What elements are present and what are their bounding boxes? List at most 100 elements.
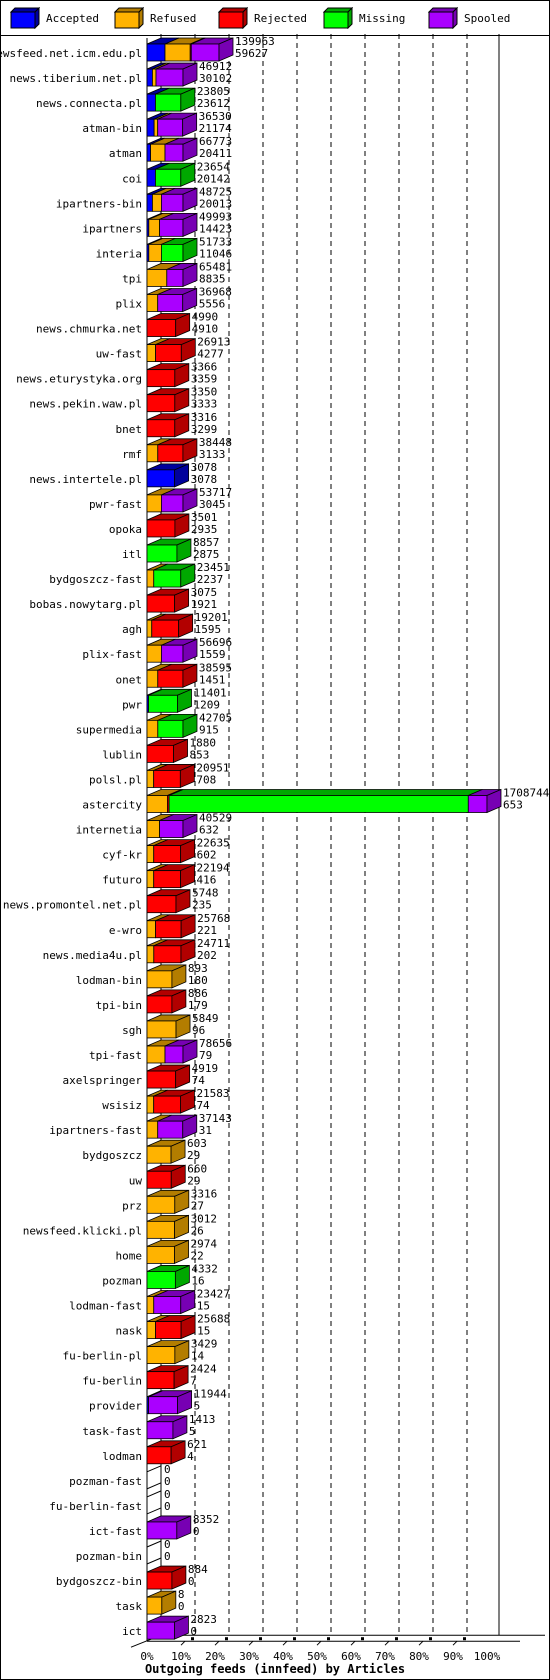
value-label-secondary: 30102 (199, 72, 232, 85)
value-label-secondary: 21174 (199, 122, 232, 135)
empty-bar (146, 1465, 162, 1490)
feed-label: tpi (122, 272, 142, 285)
bar-segment-refused (146, 1095, 155, 1114)
value-label-secondary: 5 (194, 1400, 201, 1413)
bar-segment-refused (151, 68, 157, 87)
bar-segment-refused (146, 494, 162, 513)
x-tick (316, 1640, 322, 1646)
bar-segment-refused (146, 719, 159, 738)
bar-segment-rejected (146, 594, 176, 613)
feed-label: agh (122, 623, 142, 636)
value-label-secondary: 180 (188, 974, 208, 987)
feed-label: ipartners-bin (56, 197, 142, 210)
value-label-secondary: 2875 (193, 548, 220, 561)
bar-segment-refused (146, 845, 155, 863)
value-label-secondary: 4 (187, 1450, 194, 1463)
bar-segment-spooled (155, 68, 184, 87)
feed-label: rmf (122, 448, 142, 461)
feed-label: news.connecta.pl (36, 97, 142, 110)
bar-segment-spooled (164, 1045, 184, 1064)
feed-label: fu-berlin-pl (63, 1350, 142, 1363)
value-label-secondary: 29 (187, 1174, 200, 1187)
x-tick-mark (429, 1637, 432, 1641)
feed-label: lodman (102, 1450, 142, 1463)
value-label-secondary: 23612 (197, 97, 230, 110)
value-label-secondary: 22 (191, 1249, 204, 1262)
feed-label: provider (89, 1400, 142, 1413)
feed-label: news.media4u.pl (43, 949, 142, 962)
bar-segment-spooled (160, 193, 184, 212)
value-label-secondary: 8835 (199, 272, 226, 285)
value-label-secondary: 1595 (195, 623, 222, 636)
value-label-secondary: 15 (197, 1300, 210, 1313)
feed-label: internetia (76, 824, 142, 837)
bar-segment-accepted (146, 118, 155, 137)
value-label-secondary: 416 (197, 874, 217, 887)
value-label-secondary: 1209 (193, 698, 220, 711)
bar-segment-rejected (146, 519, 176, 538)
value-label-secondary: 29 (187, 1149, 200, 1162)
feed-label: plix-fast (82, 648, 142, 661)
bar-segment-rejected (146, 1446, 172, 1465)
bar-segment-refused (146, 569, 155, 588)
x-tick-label: 100% (474, 1650, 501, 1663)
bar-segment-rejected (146, 1571, 173, 1590)
bar-segment-refused (146, 294, 159, 312)
feed-label: pwr (122, 698, 142, 711)
bar-segment-refused (146, 795, 168, 813)
feed-label: itl (122, 548, 142, 561)
value-label-secondary: 0 (193, 1525, 200, 1538)
bar-segment-spooled (157, 118, 184, 137)
bar-segment-refused (146, 1596, 163, 1615)
value-label-secondary: 179 (188, 999, 208, 1012)
feed-label: bydgoszcz-fast (49, 573, 142, 586)
bar-segment-refused (146, 619, 153, 638)
bar-segment-refused (146, 344, 156, 363)
feed-label: home (116, 1249, 143, 1262)
x-tick-mark (395, 1637, 398, 1641)
x-tick (418, 1640, 424, 1646)
bar-segment-refused (146, 1020, 177, 1039)
value-label-secondary: 632 (199, 824, 219, 837)
value-label-secondary: 5 (189, 1425, 196, 1438)
value-label-secondary: 708 (196, 773, 216, 786)
bar-segment-missing (155, 168, 182, 187)
bar-segment-rejected (146, 895, 177, 914)
bar-segment-rejected (146, 1371, 175, 1390)
feed-label: wsisiz (102, 1099, 142, 1112)
feed-label: bobas.nowytarg.pl (29, 598, 142, 611)
bar-segment-rejected (155, 1321, 182, 1339)
value-label-secondary: 79 (199, 1049, 212, 1062)
bar-segment-refused (146, 644, 162, 663)
bar-segment-spooled (153, 1296, 182, 1314)
bar-segment-spooled (190, 43, 220, 62)
bar-segment-refused (146, 444, 159, 463)
feed-label: task (116, 1600, 143, 1613)
bar-segment-spooled (159, 820, 184, 838)
bar-segment-spooled (467, 795, 488, 813)
feed-label: ict (122, 1625, 142, 1638)
value-label-secondary: 27 (191, 1199, 204, 1212)
x-tick-label: 80% (409, 1650, 429, 1663)
bar-segment-missing (168, 795, 469, 813)
bar-segment-rejected (153, 1095, 181, 1114)
bar-segment-rejected (146, 745, 174, 763)
bar-segment-refused (146, 1346, 176, 1364)
bar-segment-spooled (146, 1421, 174, 1440)
feed-label: fu-berlin (82, 1375, 142, 1388)
x-tick-label: 90% (443, 1650, 463, 1663)
bar-segment-refused (146, 820, 161, 838)
feed-label: newsfeed.klicki.pl (23, 1224, 142, 1237)
bar-segment-rejected (151, 619, 180, 638)
bar-segment-missing (153, 569, 182, 588)
bar-segment-rejected (146, 319, 177, 337)
feed-label: news.chmurka.net (36, 323, 142, 336)
feed-label: news.eturystyka.org (16, 373, 142, 386)
feed-label: axelspringer (63, 1074, 143, 1087)
feed-label: interia (96, 247, 142, 260)
feed-label: lublin (102, 748, 142, 761)
feed-label: fu-berlin-fast (49, 1500, 142, 1513)
bar-segment-refused (146, 1296, 155, 1314)
value-label-secondary: 1559 (199, 648, 226, 661)
value-label-secondary: 96 (192, 1024, 205, 1037)
